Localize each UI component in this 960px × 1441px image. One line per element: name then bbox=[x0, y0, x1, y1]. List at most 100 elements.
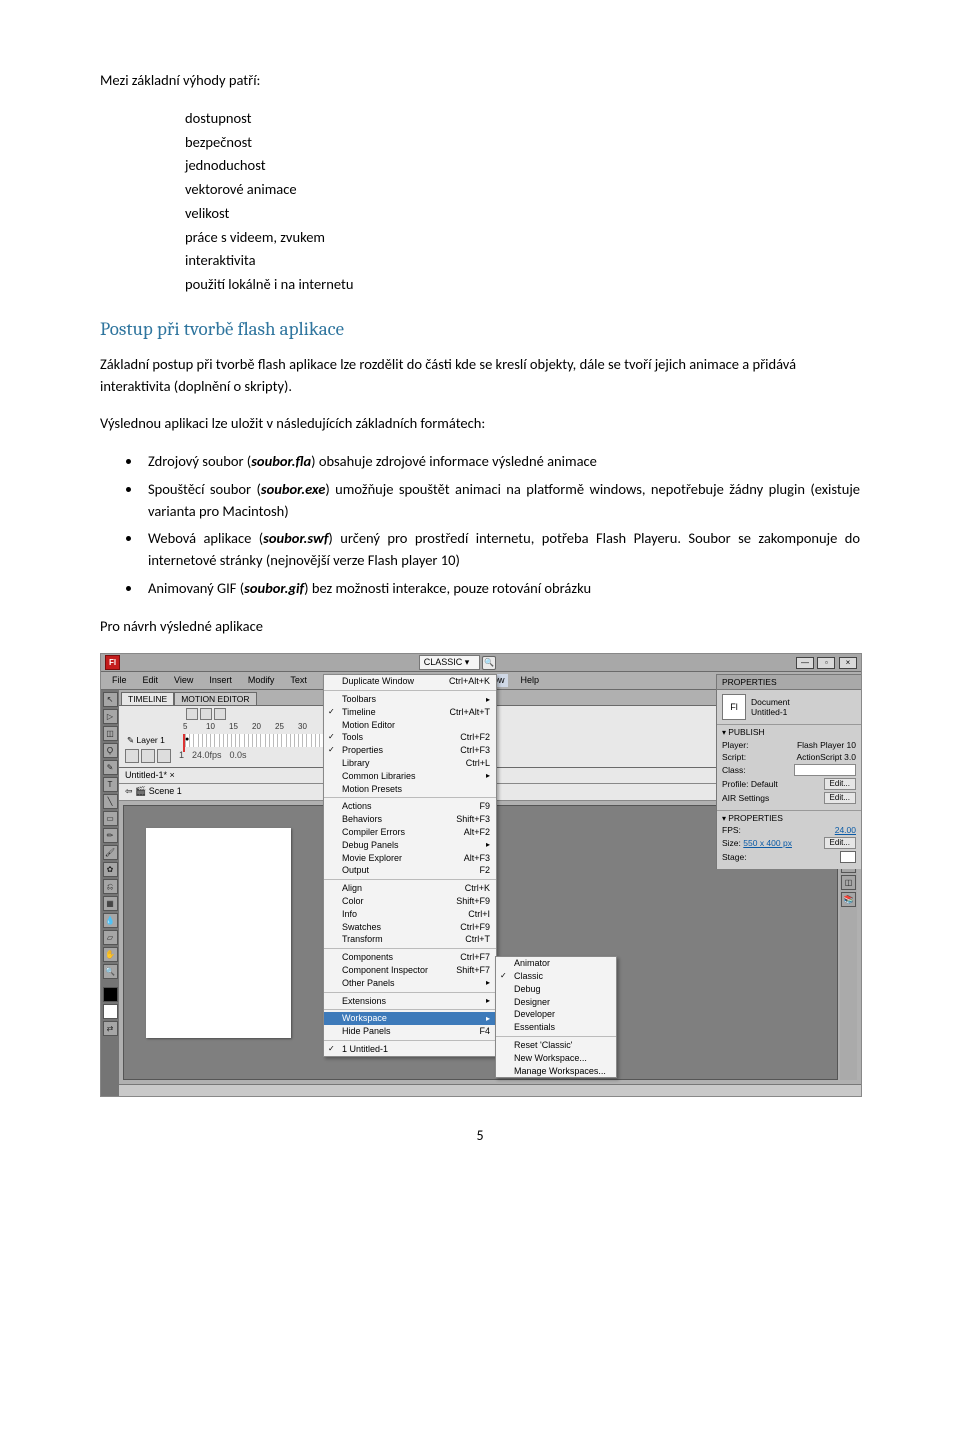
menu-help[interactable]: Help bbox=[518, 674, 543, 687]
menu-item-1-untitled-1[interactable]: 1 Untitled-1 bbox=[324, 1043, 496, 1056]
doc-type: Document bbox=[751, 697, 790, 707]
workspace-option-manage-workspaces-[interactable]: Manage Workspaces... bbox=[496, 1065, 616, 1078]
workspace-option-developer[interactable]: Developer bbox=[496, 1008, 616, 1021]
scene-label[interactable]: ⇦ 🎬 Scene 1 bbox=[125, 786, 182, 797]
new-folder-icon[interactable] bbox=[141, 749, 155, 763]
close-button[interactable]: × bbox=[839, 657, 857, 669]
workspace-option-classic[interactable]: Classic bbox=[496, 970, 616, 983]
show-hide-icon[interactable] bbox=[186, 708, 198, 720]
menu-file[interactable]: File bbox=[109, 674, 130, 687]
menu-item-components[interactable]: ComponentsCtrl+F7 bbox=[324, 951, 496, 964]
zoom-tool-icon[interactable]: 🔍 bbox=[103, 964, 118, 979]
menu-item-color[interactable]: ColorShift+F9 bbox=[324, 895, 496, 908]
menu-item-other-panels[interactable]: Other Panels▸ bbox=[324, 977, 496, 990]
paintbucket-tool-icon[interactable]: ▦ bbox=[103, 896, 118, 911]
bone-tool-icon[interactable]: ⎌ bbox=[103, 879, 118, 894]
menu-item-component-inspector[interactable]: Component InspectorShift+F7 bbox=[324, 964, 496, 977]
paragraph-design: Pro návrh výsledné aplikace bbox=[100, 616, 860, 638]
eraser-tool-icon[interactable]: ▱ bbox=[103, 930, 118, 945]
script-value: ActionScript 3.0 bbox=[796, 752, 856, 762]
menu-item-library[interactable]: LibraryCtrl+L bbox=[324, 757, 496, 770]
lock-icon[interactable] bbox=[200, 708, 212, 720]
stage-color-swatch[interactable] bbox=[840, 851, 856, 863]
menu-item-compiler-errors[interactable]: Compiler ErrorsAlt+F2 bbox=[324, 826, 496, 839]
workspace-option-reset-classic-[interactable]: Reset 'Classic' bbox=[496, 1039, 616, 1052]
eyedropper-tool-icon[interactable]: 💧 bbox=[103, 913, 118, 928]
transform-panel-icon[interactable]: ◫ bbox=[841, 875, 856, 890]
stroke-color-swatch[interactable] bbox=[103, 987, 118, 1002]
publish-section[interactable]: PUBLISH bbox=[722, 727, 856, 738]
horizontal-scrollbar[interactable] bbox=[119, 1084, 861, 1096]
lasso-tool-icon[interactable]: Ϙ bbox=[103, 743, 118, 758]
advantages-list: dostupnost bezpečnost jednoduchost vekto… bbox=[185, 108, 860, 296]
edit-profile-button[interactable]: Edit... bbox=[824, 778, 856, 790]
menu-item-extensions[interactable]: Extensions▸ bbox=[324, 995, 496, 1008]
new-layer-icon[interactable] bbox=[125, 749, 139, 763]
subselect-tool-icon[interactable]: ▷ bbox=[103, 709, 118, 724]
delete-layer-icon[interactable] bbox=[157, 749, 171, 763]
edit-air-button[interactable]: Edit... bbox=[824, 792, 856, 804]
workspace-option-designer[interactable]: Designer bbox=[496, 996, 616, 1009]
swap-colors-icon[interactable]: ⇄ bbox=[103, 1021, 118, 1036]
deco-tool-icon[interactable]: ✿ bbox=[103, 862, 118, 877]
library-panel-icon[interactable]: 📚 bbox=[841, 892, 856, 907]
menu-text[interactable]: Text bbox=[287, 674, 310, 687]
canvas[interactable] bbox=[146, 828, 291, 1038]
menu-edit[interactable]: Edit bbox=[140, 674, 162, 687]
tab-timeline[interactable]: TIMELINE bbox=[121, 692, 174, 705]
current-frame: 1 bbox=[179, 750, 184, 761]
menu-modify[interactable]: Modify bbox=[245, 674, 278, 687]
hand-tool-icon[interactable]: ✋ bbox=[103, 947, 118, 962]
document-icon: Fl bbox=[722, 694, 746, 720]
pen-tool-icon[interactable]: ✎ bbox=[103, 760, 118, 775]
selection-tool-icon[interactable]: ↖ bbox=[103, 692, 118, 707]
menu-item-actions[interactable]: ActionsF9 bbox=[324, 800, 496, 813]
brush-tool-icon[interactable]: 🖌 bbox=[103, 845, 118, 860]
workspace-option-animator[interactable]: Animator bbox=[496, 957, 616, 970]
workspace-option-debug[interactable]: Debug bbox=[496, 983, 616, 996]
menu-item-properties[interactable]: PropertiesCtrl+F3 bbox=[324, 744, 496, 757]
format-item-gif: Animovaný GIF (soubor.gif) bez možnosti … bbox=[142, 578, 860, 600]
rectangle-tool-icon[interactable]: ▭ bbox=[103, 811, 118, 826]
line-tool-icon[interactable]: ╲ bbox=[103, 794, 118, 809]
layer-name[interactable]: ✎ Layer 1 bbox=[123, 735, 185, 745]
edit-size-button[interactable]: Edit... bbox=[824, 837, 856, 849]
text-tool-icon[interactable]: T bbox=[103, 777, 118, 792]
fill-color-swatch[interactable] bbox=[103, 1004, 118, 1019]
menu-item-align[interactable]: AlignCtrl+K bbox=[324, 882, 496, 895]
player-value: Flash Player 10 bbox=[797, 740, 856, 750]
workspace-select[interactable]: CLASSIC ▾ bbox=[419, 655, 481, 670]
workspace-option-essentials[interactable]: Essentials bbox=[496, 1021, 616, 1034]
size-value[interactable]: 550 x 400 px bbox=[743, 838, 792, 848]
menu-insert[interactable]: Insert bbox=[206, 674, 235, 687]
workspace-option-new-workspace-[interactable]: New Workspace... bbox=[496, 1052, 616, 1065]
restore-button[interactable]: ▫ bbox=[817, 657, 835, 669]
class-input[interactable] bbox=[794, 764, 856, 776]
menu-item-output[interactable]: OutputF2 bbox=[324, 864, 496, 877]
menu-item-timeline[interactable]: TimelineCtrl+Alt+T bbox=[324, 706, 496, 719]
search-icon[interactable]: 🔍 bbox=[482, 656, 496, 670]
menu-item-motion-editor[interactable]: Motion Editor bbox=[324, 719, 496, 732]
outline-icon[interactable] bbox=[214, 708, 226, 720]
menu-item-toolbars[interactable]: Toolbars▸ bbox=[324, 693, 496, 706]
paragraph-formats-intro: Výslednou aplikaci lze uložit v následuj… bbox=[100, 413, 860, 435]
menu-item-swatches[interactable]: SwatchesCtrl+F9 bbox=[324, 921, 496, 934]
menu-item-motion-presets[interactable]: Motion Presets bbox=[324, 783, 496, 796]
menu-item-transform[interactable]: TransformCtrl+T bbox=[324, 933, 496, 946]
menu-item-workspace[interactable]: Workspace▸ bbox=[324, 1012, 496, 1025]
menu-item-behaviors[interactable]: BehaviorsShift+F3 bbox=[324, 813, 496, 826]
minimize-button[interactable]: — bbox=[796, 657, 814, 669]
menu-item-info[interactable]: InfoCtrl+I bbox=[324, 908, 496, 921]
menu-item-hide-panels[interactable]: Hide PanelsF4 bbox=[324, 1025, 496, 1038]
free-transform-icon[interactable]: ◫ bbox=[103, 726, 118, 741]
menu-item-tools[interactable]: ToolsCtrl+F2 bbox=[324, 731, 496, 744]
fps-value[interactable]: 24.00 bbox=[835, 825, 856, 835]
tab-motion-editor[interactable]: MOTION EDITOR bbox=[174, 692, 256, 705]
pencil-tool-icon[interactable]: ✏ bbox=[103, 828, 118, 843]
menu-view[interactable]: View bbox=[171, 674, 196, 687]
properties-section[interactable]: PROPERTIES bbox=[722, 813, 856, 824]
menu-item-movie-explorer[interactable]: Movie ExplorerAlt+F3 bbox=[324, 852, 496, 865]
menu-item-debug-panels[interactable]: Debug Panels▸ bbox=[324, 839, 496, 852]
menu-item-duplicate-window[interactable]: Duplicate WindowCtrl+Alt+K bbox=[324, 675, 496, 688]
menu-item-common-libraries[interactable]: Common Libraries▸ bbox=[324, 770, 496, 783]
